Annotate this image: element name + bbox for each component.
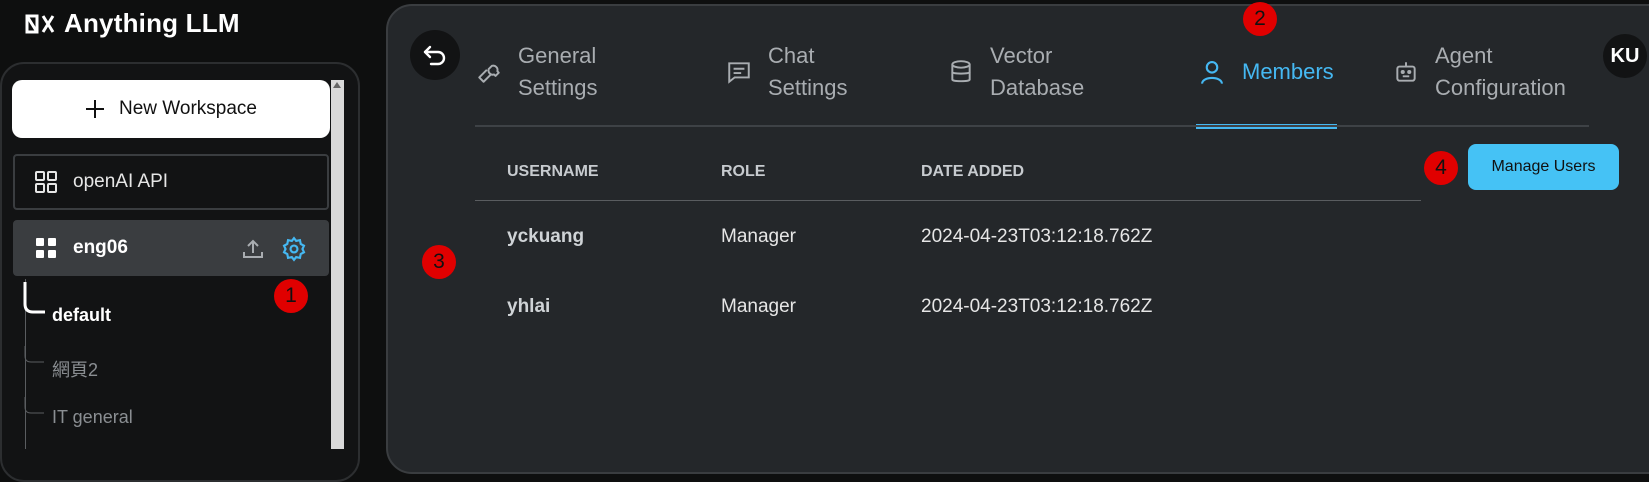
new-workspace-button[interactable]: New Workspace <box>12 80 330 138</box>
cell-date-added: 2024-04-23T03:12:18.762Z <box>921 296 1153 317</box>
thread-connector-active <box>23 282 45 314</box>
tab-label-line2: Settings <box>518 75 598 100</box>
annotation-badge-3: 3 <box>422 245 456 279</box>
upload-icon[interactable] <box>241 237 265 261</box>
app-title: Anything LLM <box>64 8 240 38</box>
cell-role: Manager <box>721 296 796 317</box>
tab-label-line1: Chat <box>768 43 815 68</box>
tabs-divider <box>475 125 1589 127</box>
tab-label-line1: Vector <box>990 43 1053 68</box>
new-workspace-label: New Workspace <box>119 98 257 119</box>
annotation-badge-2: 2 <box>1243 2 1277 36</box>
tab-label-line2: Configuration <box>1435 75 1566 100</box>
wrench-icon <box>476 59 502 85</box>
manage-users-button[interactable]: Manage Users <box>1468 144 1619 190</box>
thread-item-it-general[interactable]: IT general <box>52 407 133 428</box>
chat-bubble-icon <box>726 59 752 85</box>
cell-date-added: 2024-04-23T03:12:18.762Z <box>921 226 1153 247</box>
grid-filled-icon <box>35 237 57 259</box>
grid-icon <box>35 171 57 193</box>
anything-llm-logo-icon <box>24 12 56 36</box>
tab-label: Members <box>1242 59 1334 84</box>
table-header-divider <box>475 200 1421 201</box>
workspace-item-openai-api[interactable]: openAI API <box>13 154 329 210</box>
thread-item-web2[interactable]: 網頁2 <box>52 356 98 382</box>
cell-username: yckuang <box>507 226 585 247</box>
workspace-item-eng06[interactable]: eng06 <box>13 220 329 276</box>
robot-icon <box>1393 59 1419 85</box>
thread-item-default[interactable]: default <box>52 305 111 326</box>
thread-connector <box>24 397 44 414</box>
workspace-name: eng06 <box>73 237 128 258</box>
sidebar-scrollbar[interactable] <box>331 80 344 449</box>
back-button[interactable] <box>410 30 460 80</box>
tab-label-line2: Database <box>990 75 1085 100</box>
column-header-role: ROLE <box>721 163 766 180</box>
workspace-name: openAI API <box>73 171 169 192</box>
column-header-date-added: DATE ADDED <box>921 163 1025 180</box>
gear-icon[interactable] <box>281 236 307 262</box>
cell-role: Manager <box>721 226 796 247</box>
user-icon <box>1198 58 1226 86</box>
tab-label-line1: General <box>518 43 597 68</box>
tab-label-line1: Agent <box>1435 43 1493 68</box>
plus-icon <box>85 99 105 119</box>
tab-members[interactable]: Members <box>1198 56 1334 88</box>
thread-connector <box>24 346 44 363</box>
tab-chat-settings[interactable]: Chat Settings <box>726 40 848 104</box>
database-icon <box>948 59 974 85</box>
tab-general-settings[interactable]: General Settings <box>476 40 598 104</box>
tab-vector-database[interactable]: Vector Database <box>948 40 1084 104</box>
annotation-badge-4: 4 <box>1424 151 1458 185</box>
cell-username: yhlai <box>507 296 551 317</box>
tab-agent-configuration[interactable]: Agent Configuration <box>1393 40 1566 104</box>
back-arrow-icon <box>422 43 448 67</box>
tab-label-line2: Settings <box>768 75 848 100</box>
app-logo: Anything LLM <box>24 8 240 39</box>
scroll-up-arrow-icon[interactable] <box>333 82 341 88</box>
column-header-username: USERNAME <box>507 163 599 180</box>
user-avatar[interactable]: KU <box>1603 34 1647 78</box>
annotation-badge-1: 1 <box>274 279 308 313</box>
